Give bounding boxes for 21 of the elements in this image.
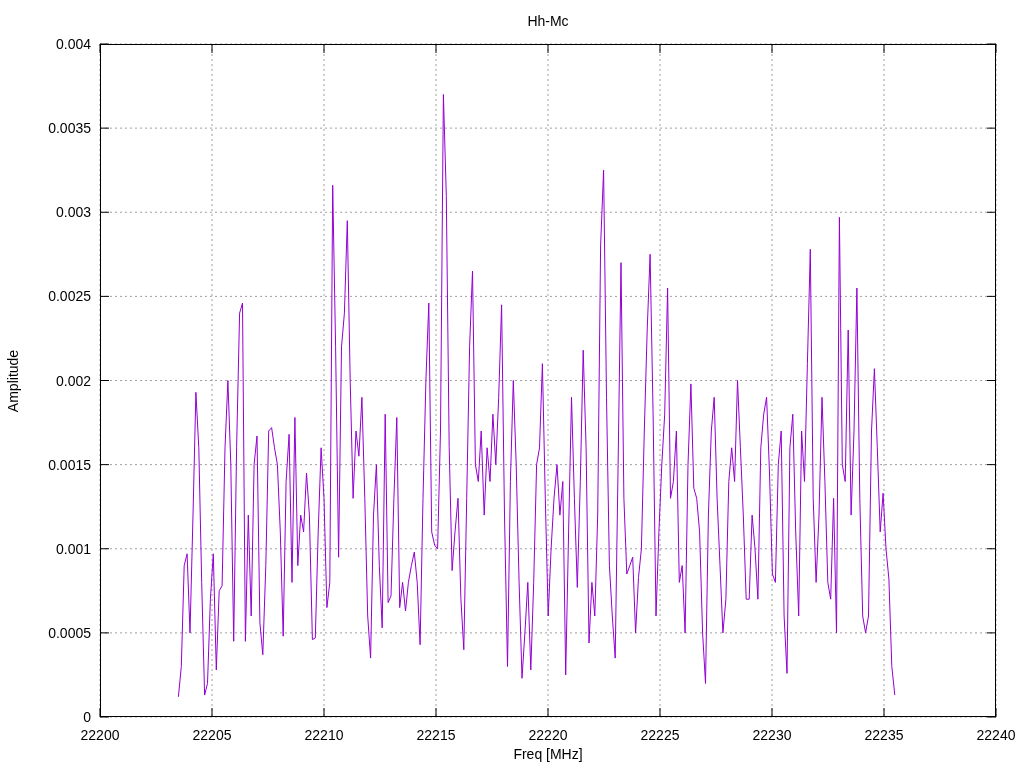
x-tick-label: 22220 xyxy=(528,727,568,743)
x-axis-label: Freq [MHz] xyxy=(513,746,583,762)
y-tick-label: 0 xyxy=(83,709,91,725)
y-axis-label: Amplitude xyxy=(5,349,21,413)
x-tick-label: 22205 xyxy=(192,727,232,743)
x-tick-label: 22225 xyxy=(640,727,680,743)
x-tick-label: 22210 xyxy=(304,727,344,743)
x-tick-label: 22200 xyxy=(80,727,120,743)
x-tick-label: 22215 xyxy=(416,727,456,743)
y-tick-label: 0.0005 xyxy=(48,624,91,641)
y-tick-label: 0.002 xyxy=(55,372,91,389)
y-tick-label: 0.0035 xyxy=(48,120,91,137)
x-tick-label: 22240 xyxy=(976,727,1016,743)
x-tick-label: 22230 xyxy=(752,727,792,743)
x-tick-label: 22235 xyxy=(864,727,904,743)
y-tick-label: 0.0025 xyxy=(48,288,91,305)
y-tick-label: 0.004 xyxy=(55,36,91,52)
y-tick-label: 0.001 xyxy=(55,540,91,557)
y-tick-label: 0.003 xyxy=(55,204,91,221)
chart-title: Hh-Mc xyxy=(527,13,569,29)
y-tick-label: 0.0015 xyxy=(48,456,91,473)
